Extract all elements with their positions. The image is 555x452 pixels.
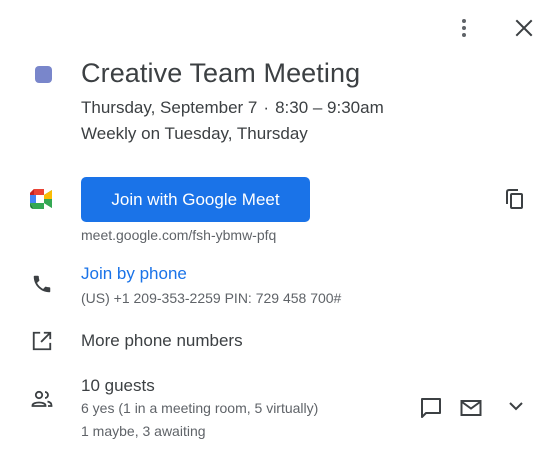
close-icon [515,19,533,37]
datetime-separator: · [263,98,270,117]
mail-icon [460,400,482,416]
guests-count: 10 guests [81,376,155,395]
meet-url: meet.google.com/fsh-ybmw-pfq [81,227,277,243]
event-time: 8:30 – 9:30am [275,98,384,117]
event-recurrence: Weekly on Tuesday, Thursday [81,124,308,143]
open-in-new-icon [30,329,54,353]
copy-meet-link-button[interactable] [503,187,527,211]
more-phone-numbers-link[interactable]: More phone numbers [81,331,243,351]
event-datetime: Thursday, September 7 · 8:30 – 9:30am [81,98,384,118]
expand-guests-button[interactable] [504,394,528,418]
guests-other-summary: 1 maybe, 3 awaiting [81,423,206,439]
phone-number-pin: (US) +1 209-353-2259 PIN: 729 458 700# [81,290,342,306]
google-meet-icon [30,187,54,211]
join-by-phone-link[interactable]: Join by phone [81,264,187,284]
event-color-swatch [35,66,52,83]
event-date: Thursday, September 7 [81,98,258,117]
more-vert-icon [462,19,466,37]
phone-icon [30,272,54,296]
chevron-down-icon [509,402,523,411]
close-button[interactable] [512,16,536,40]
email-guests-button[interactable] [459,396,483,420]
event-title: Creative Team Meeting [81,58,361,88]
chat-guests-button[interactable] [419,396,443,420]
chat-icon [421,398,441,418]
people-icon [30,387,54,411]
guests-yes-summary: 6 yes (1 in a meeting room, 5 virtually) [81,400,319,416]
more-options-button[interactable] [452,16,476,40]
join-meet-button[interactable]: Join with Google Meet [81,177,310,222]
copy-icon [506,189,523,209]
